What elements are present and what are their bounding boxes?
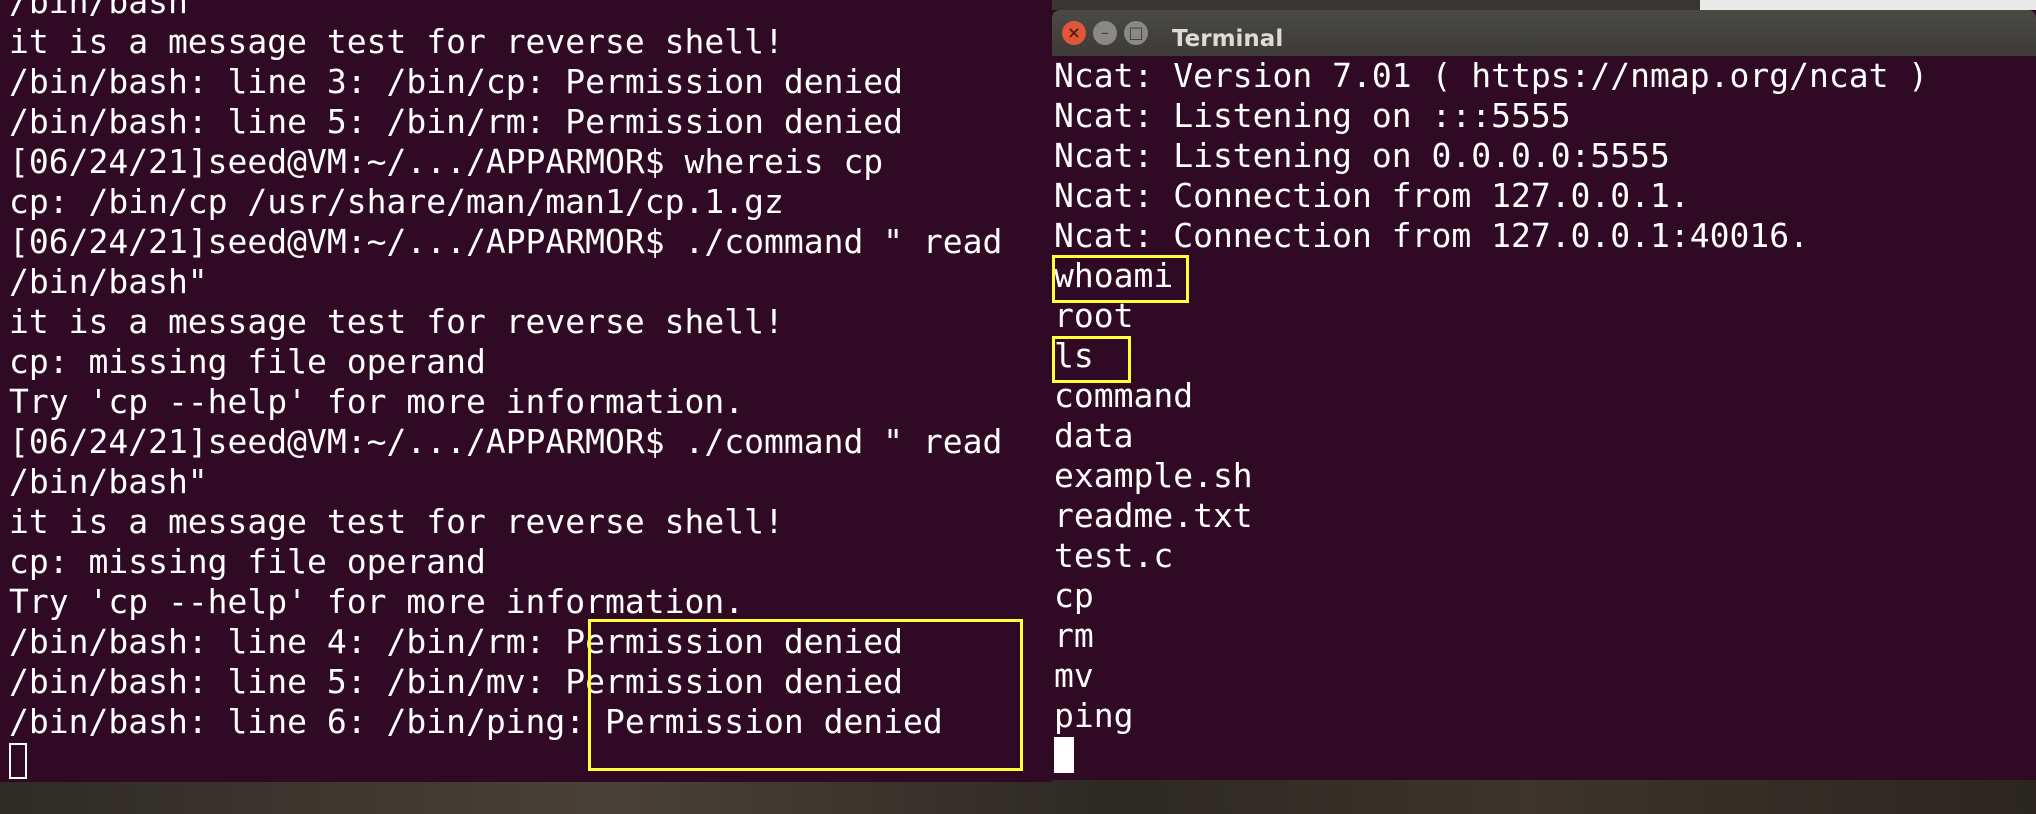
terminal-line: /bin/bash (9, 0, 188, 21)
left-terminal-cursor (9, 743, 27, 779)
terminal-line: cp: /bin/cp /usr/share/man/man1/cp.1.gz (9, 182, 784, 221)
maximize-button[interactable]: □ (1124, 21, 1148, 45)
right-terminal-cursor (1054, 737, 1074, 773)
terminal-line: readme.txt (1054, 496, 1253, 535)
terminal-line: Ncat: Version 7.01 ( https://nmap.org/nc… (1054, 56, 1929, 95)
terminal-line: it is a message test for reverse shell! (9, 22, 784, 61)
terminal-line: [06/24/21]seed@VM:~/.../APPARMOR$ wherei… (9, 142, 884, 181)
desktop: /bin/bash it is a message test for revers… (0, 0, 2036, 814)
whoami-highlight (1052, 255, 1189, 303)
permission-denied-highlight (588, 619, 1023, 771)
window-title: Terminal (1172, 26, 1284, 52)
terminal-line: Try 'cp --help' for more information. (9, 382, 745, 421)
close-button[interactable]: × (1062, 21, 1086, 45)
terminal-line: [06/24/21]seed@VM:~/.../APPARMOR$ ./comm… (9, 222, 1003, 261)
right-terminal-output: Ncat: Version 7.01 ( https://nmap.org/nc… (1054, 56, 1928, 736)
left-terminal[interactable]: /bin/bash it is a message test for revers… (0, 0, 1052, 782)
terminal-line: command (1054, 376, 1194, 415)
terminal-line: it is a message test for reverse shell! (9, 502, 784, 541)
terminal-line: /bin/bash" (9, 462, 208, 501)
terminal-line: ping (1054, 696, 1134, 735)
terminal-line: data (1054, 416, 1134, 455)
minimize-button[interactable]: – (1093, 21, 1117, 45)
terminal-line: it is a message test for reverse shell! (9, 302, 784, 341)
terminal-line: cp: missing file operand (9, 342, 486, 381)
ls-highlight (1052, 336, 1131, 383)
terminal-line: Ncat: Listening on :::5555 (1054, 96, 1571, 135)
terminal-line: cp (1054, 576, 1094, 615)
terminal-line: Ncat: Connection from 127.0.0.1:40016. (1054, 216, 1809, 255)
terminal-line: /bin/bash" (9, 262, 208, 301)
terminal-line: example.sh (1054, 456, 1253, 495)
background-window-edge (1700, 0, 2036, 10)
terminal-line: ls (1054, 336, 1094, 375)
terminal-line: Ncat: Listening on 0.0.0.0:5555 (1054, 136, 1670, 175)
terminal-line: Try 'cp --help' for more information. (9, 582, 745, 621)
terminal-line: /bin/bash: line 3: /bin/cp: Permission d… (9, 62, 904, 101)
terminal-line: Ncat: Connection from 127.0.0.1. (1054, 176, 1690, 215)
terminal-line: [06/24/21]seed@VM:~/.../APPARMOR$ ./comm… (9, 422, 1003, 461)
terminal-line: cp: missing file operand (9, 542, 486, 581)
right-terminal-window[interactable]: × – □ Terminal Ncat: Version 7.01 ( http… (1052, 10, 2036, 780)
desktop-wallpaper (0, 780, 2036, 814)
terminal-line: mv (1054, 656, 1094, 695)
terminal-line: rm (1054, 616, 1094, 655)
terminal-line: test.c (1054, 536, 1174, 575)
terminal-titlebar[interactable]: × – □ Terminal (1052, 10, 2036, 56)
terminal-line: /bin/bash: line 5: /bin/rm: Permission d… (9, 102, 904, 141)
